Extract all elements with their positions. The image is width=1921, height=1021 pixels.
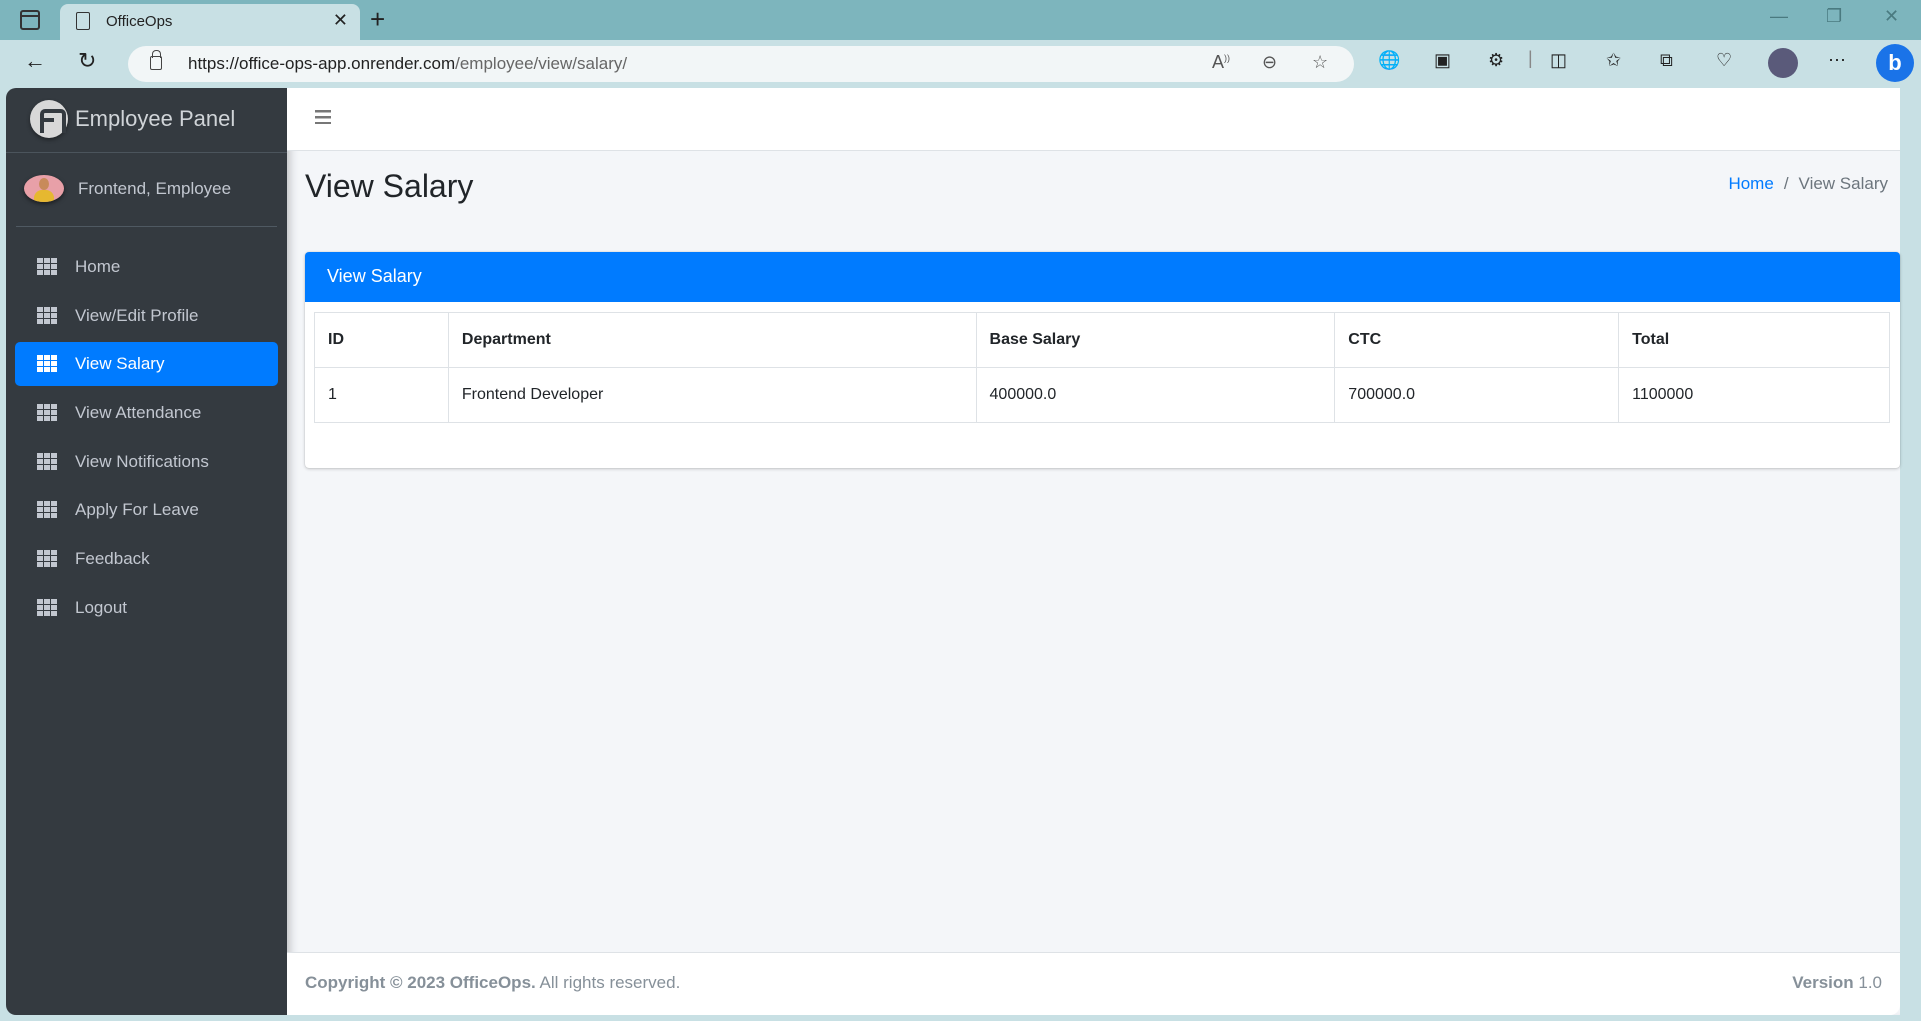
refresh-icon[interactable]: ↻ — [78, 48, 96, 74]
brand-link[interactable]: Employee Panel — [6, 88, 287, 153]
grid-icon — [37, 501, 57, 519]
cell-total: 1100000 — [1618, 367, 1890, 423]
breadcrumb-current: View Salary — [1798, 174, 1888, 193]
salary-card: View Salary ID Department Base Salary CT… — [305, 252, 1900, 468]
close-tab-icon[interactable]: ✕ — [333, 10, 348, 31]
card-title: View Salary — [305, 252, 1900, 302]
lock-icon[interactable] — [150, 50, 162, 70]
salary-table: ID Department Base Salary CTC Total 1 Fr… — [314, 312, 1890, 423]
sidebar-item-label: Home — [75, 257, 121, 276]
grid-icon — [37, 598, 57, 616]
extensions-icon[interactable]: ⚙ — [1488, 50, 1504, 71]
brand-text: Employee Panel — [75, 106, 236, 131]
brand-logo-icon — [30, 100, 68, 138]
table-row: 1 Frontend Developer 400000.0 700000.0 1… — [314, 367, 1890, 423]
sidebar: Employee Panel Frontend, Employee Home V… — [6, 88, 287, 1015]
page-title: View Salary — [305, 168, 474, 204]
sidebar-item-label: View/Edit Profile — [75, 305, 199, 325]
sidebar-item-view-edit-profile[interactable]: View/Edit Profile — [15, 294, 278, 338]
tab-title: OfficeOps — [106, 13, 173, 30]
sidebar-item-label: View Notifications — [75, 451, 209, 471]
zoom-out-icon[interactable]: ⊖ — [1262, 52, 1277, 73]
browser-essentials-icon[interactable]: ♡ — [1716, 50, 1732, 71]
browser-nav-bar: ← ↻ https://office-ops-app.onrender.com/… — [0, 40, 1921, 86]
favorite-icon[interactable]: ☆ — [1312, 52, 1328, 73]
sidebar-item-label: Feedback — [75, 549, 150, 569]
cell-department: Frontend Developer — [447, 367, 977, 423]
sidebar-item-label: Logout — [75, 597, 127, 617]
restore-icon[interactable]: ❐ — [1826, 6, 1842, 27]
back-icon[interactable]: ← — [24, 48, 46, 74]
copyright-text: Copyright © 2023 OfficeOps. All rights r… — [305, 973, 681, 992]
profile-avatar[interactable] — [1768, 48, 1798, 78]
sidebar-item-view-attendance[interactable]: View Attendance — [15, 391, 278, 435]
sidebar-item-view-salary[interactable]: View Salary — [15, 342, 278, 387]
browser-tab-bar: OfficeOps ✕ + — ❐ ✕ — [0, 0, 1921, 40]
grid-icon — [37, 258, 57, 275]
sidebar-item-label: Apply For Leave — [75, 500, 199, 520]
user-name[interactable]: Frontend, Employee — [78, 179, 231, 199]
hamburger-menu-icon[interactable] — [315, 110, 331, 124]
sidebar-item-label: View Salary — [75, 354, 165, 374]
window-close-icon[interactable]: ✕ — [1884, 6, 1899, 27]
favorites-icon[interactable]: ✩ — [1606, 50, 1621, 71]
grid-icon — [37, 306, 57, 324]
column-header-id: ID — [314, 312, 449, 368]
breadcrumb-home-link[interactable]: Home — [1728, 174, 1773, 193]
page-icon — [76, 12, 90, 30]
top-navbar — [287, 88, 1900, 151]
table-header-row: ID Department Base Salary CTC Total — [314, 312, 1890, 368]
version-text: Version 1.0 — [1792, 973, 1882, 992]
column-header-department: Department — [447, 312, 977, 368]
address-bar[interactable]: https://office-ops-app.onrender.com/empl… — [128, 46, 1354, 82]
avatar — [24, 175, 64, 202]
footer: Copyright © 2023 OfficeOps. All rights r… — [287, 952, 1900, 1015]
sidebar-toggle-icon[interactable] — [20, 10, 40, 30]
picture-in-picture-icon[interactable]: ▣ — [1434, 50, 1451, 71]
new-tab-icon[interactable]: + — [370, 4, 385, 35]
split-screen-icon[interactable]: ◫ — [1550, 50, 1567, 71]
cell-base-salary: 400000.0 — [975, 367, 1336, 423]
bing-icon[interactable]: b — [1876, 44, 1914, 82]
column-header-total: Total — [1618, 312, 1890, 368]
sidebar-menu: Home View/Edit Profile View Salary View … — [15, 245, 278, 635]
more-icon[interactable]: ⋯ — [1828, 50, 1846, 71]
url-text[interactable]: https://office-ops-app.onrender.com/empl… — [188, 54, 627, 74]
grid-icon — [37, 404, 57, 422]
user-panel: Frontend, Employee — [16, 153, 277, 227]
sidebar-item-feedback[interactable]: Feedback — [15, 537, 278, 581]
read-aloud-icon[interactable]: A)) — [1212, 52, 1230, 73]
breadcrumb: Home / View Salary — [1728, 174, 1888, 194]
main-content: View Salary Home / View Salary View Salary… — [287, 88, 1900, 1015]
cell-ctc: 700000.0 — [1334, 367, 1620, 423]
collections-icon[interactable]: ⧉ — [1660, 50, 1673, 71]
sidebar-item-label: View Attendance — [75, 403, 202, 423]
grid-icon — [37, 355, 57, 373]
grid-icon — [37, 550, 57, 568]
sidebar-item-home[interactable]: Home — [15, 245, 278, 289]
cell-id: 1 — [314, 367, 449, 423]
sidebar-item-view-notifications[interactable]: View Notifications — [15, 440, 278, 484]
extension-globe-icon[interactable]: 🌐 — [1378, 50, 1400, 71]
browser-tab[interactable]: OfficeOps ✕ — [60, 4, 360, 40]
column-header-ctc: CTC — [1334, 312, 1620, 368]
sidebar-item-logout[interactable]: Logout — [15, 586, 278, 630]
toolbar-divider: | — [1528, 48, 1533, 68]
column-header-base-salary: Base Salary — [975, 312, 1336, 368]
breadcrumb-separator: / — [1783, 174, 1789, 193]
sidebar-item-apply-for-leave[interactable]: Apply For Leave — [15, 488, 278, 532]
minimize-icon[interactable]: — — [1770, 6, 1788, 27]
grid-icon — [37, 452, 57, 470]
